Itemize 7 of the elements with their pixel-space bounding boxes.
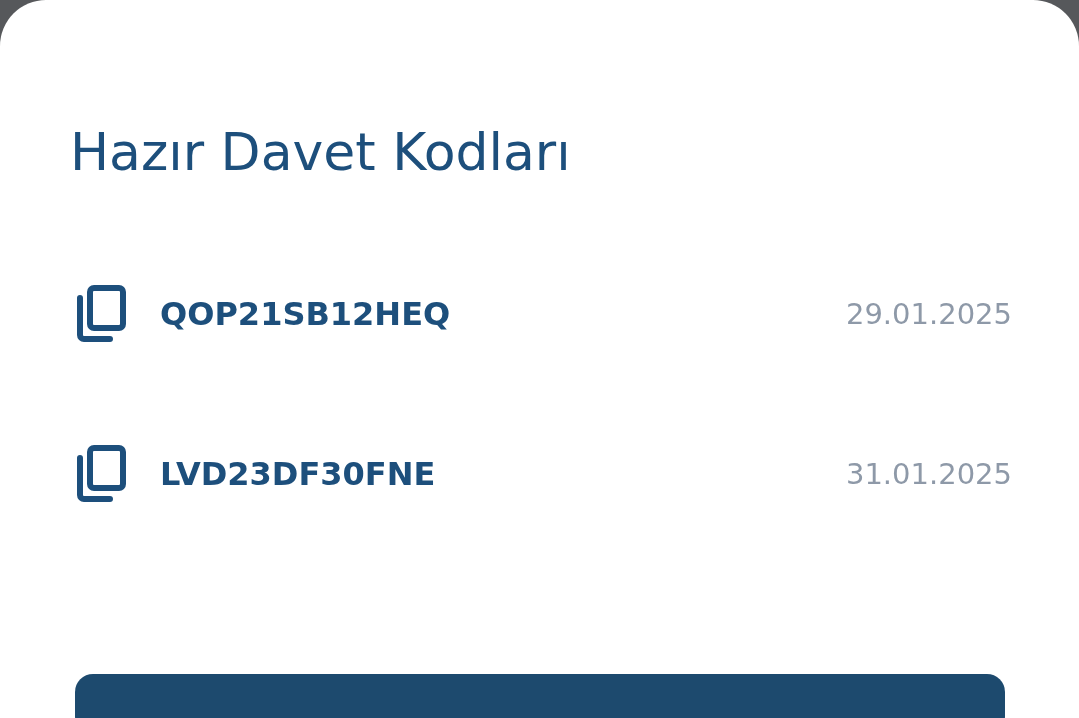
sheet-title: Hazır Davet Kodları	[70, 122, 572, 182]
code-date: 31.01.2025	[845, 457, 1012, 491]
invite-code: QOP21SB12HEQ	[160, 295, 452, 333]
copy-icon[interactable]	[76, 445, 126, 503]
copy-icon[interactable]	[76, 285, 126, 343]
code-date: 29.01.2025	[845, 297, 1012, 331]
invite-code: LVD23DF30FNE	[160, 455, 437, 493]
